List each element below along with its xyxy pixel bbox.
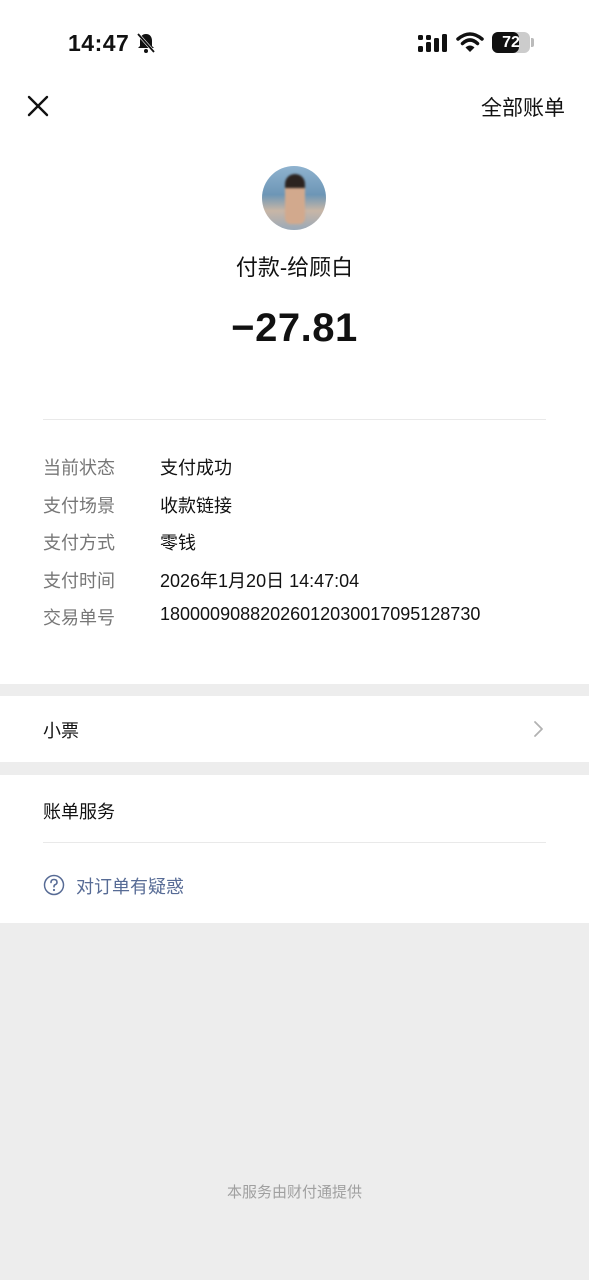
order-question-label: 对订单有疑惑 <box>76 877 184 897</box>
detail-value: 收款链接 <box>160 495 232 516</box>
details-list: 当前状态 支付成功 支付场景 收款链接 支付方式 零钱 支付时间 2026年1月… <box>43 454 553 642</box>
status-bar: 14:47 72 <box>0 0 589 80</box>
divider <box>43 419 546 420</box>
detail-value: 零钱 <box>160 533 196 553</box>
close-icon[interactable] <box>22 90 54 122</box>
battery-percent: 72 <box>502 34 520 51</box>
detail-label: 支付场景 <box>43 495 115 516</box>
bell-muted-icon <box>136 33 156 53</box>
footer-provider-text: 本服务由财付通提供 <box>226 1184 362 1201</box>
detail-value: 支付成功 <box>160 458 232 478</box>
detail-label: 支付时间 <box>43 570 115 591</box>
detail-label: 当前状态 <box>43 458 115 478</box>
status-time: 14:47 <box>68 30 130 56</box>
detail-row-transaction-id: 交易单号 18000090882026012030017095128730 <box>43 604 553 642</box>
detail-value: 2026年1月20日 14:47:04 <box>160 570 360 591</box>
cellular-signal-icon <box>418 34 447 52</box>
battery-indicator: 72 <box>492 32 530 53</box>
chevron-right-icon <box>534 721 543 737</box>
divider <box>43 842 546 843</box>
receipt-row[interactable]: 小票 <box>0 696 589 762</box>
detail-label: 交易单号 <box>43 608 115 628</box>
all-bills-link[interactable]: 全部账单 <box>481 92 565 122</box>
transaction-card: 全部账单 付款-给顾白 −27.81 当前状态 支付成功 支付场景 收款链接 支… <box>0 80 589 684</box>
receipt-label: 小票 <box>43 721 79 741</box>
payee-name: 付款-给顾白 <box>235 255 354 280</box>
avatar <box>262 166 326 230</box>
detail-row-method: 支付方式 零钱 <box>43 529 553 567</box>
battery-tip <box>531 38 534 47</box>
wifi-icon <box>456 32 484 52</box>
detail-row-status: 当前状态 支付成功 <box>43 454 553 492</box>
bill-service-title: 账单服务 <box>43 802 115 822</box>
avatar-photo <box>285 174 305 224</box>
amount: −27.81 <box>231 306 358 350</box>
question-circle-icon <box>43 874 65 896</box>
detail-row-scene: 支付场景 收款链接 <box>43 492 553 530</box>
bill-detail-page: 14:47 72 全部账单 付款-给顾白 −27.81 当前状态 支付成功 支付… <box>0 0 589 1280</box>
bill-service-card: 账单服务 对订单有疑惑 <box>0 775 589 923</box>
detail-label: 支付方式 <box>43 533 115 553</box>
detail-row-time: 支付时间 2026年1月20日 14:47:04 <box>43 567 553 605</box>
detail-value: 18000090882026012030017095128730 <box>160 604 481 624</box>
